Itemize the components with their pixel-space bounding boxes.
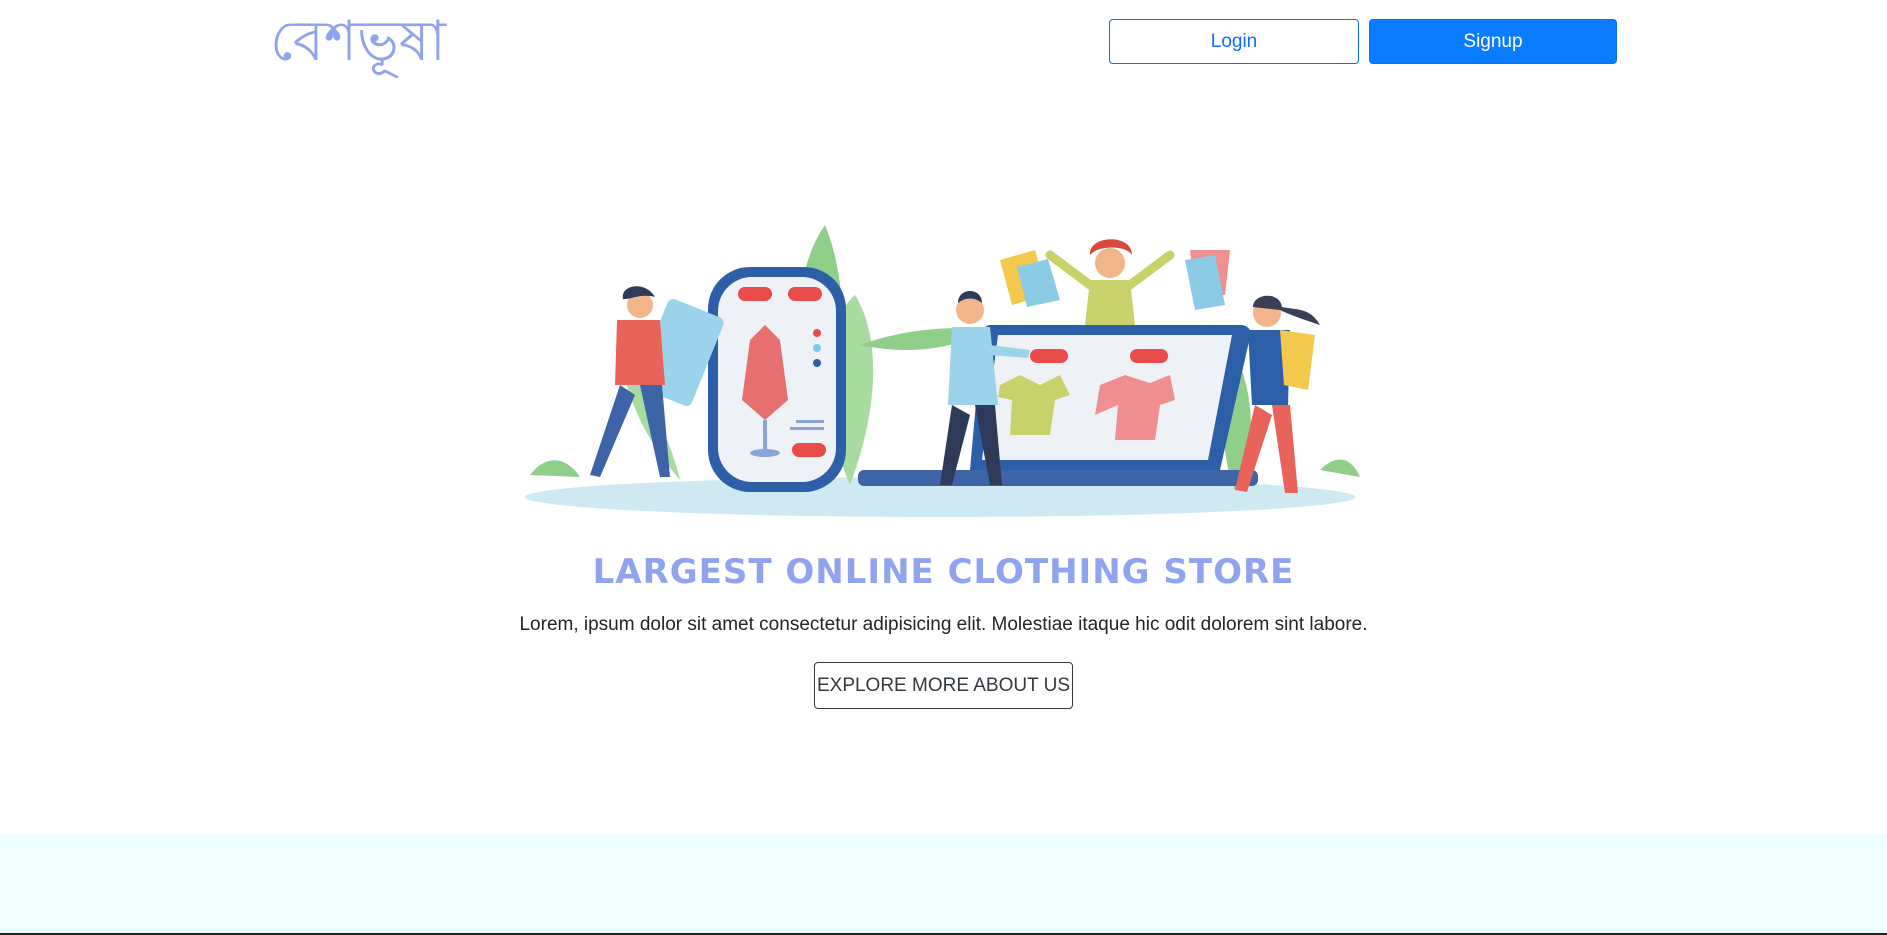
brand-logo[interactable]: বেশভূষা [270, 6, 446, 78]
top-navbar: বেশভূষা Login Signup [0, 0, 1887, 80]
hero-subtitle: Lorem, ipsum dolor sit amet consectetur … [519, 614, 1368, 635]
explore-more-button[interactable]: EXPLORE MORE ABOUT US [814, 662, 1073, 709]
online-shopping-illustration [525, 225, 1360, 517]
login-button[interactable]: Login [1109, 19, 1359, 64]
hero-title: LARGEST ONLINE CLOTHING STORE [592, 552, 1295, 592]
signup-button[interactable]: Signup [1369, 19, 1617, 64]
footer-section [0, 834, 1887, 935]
